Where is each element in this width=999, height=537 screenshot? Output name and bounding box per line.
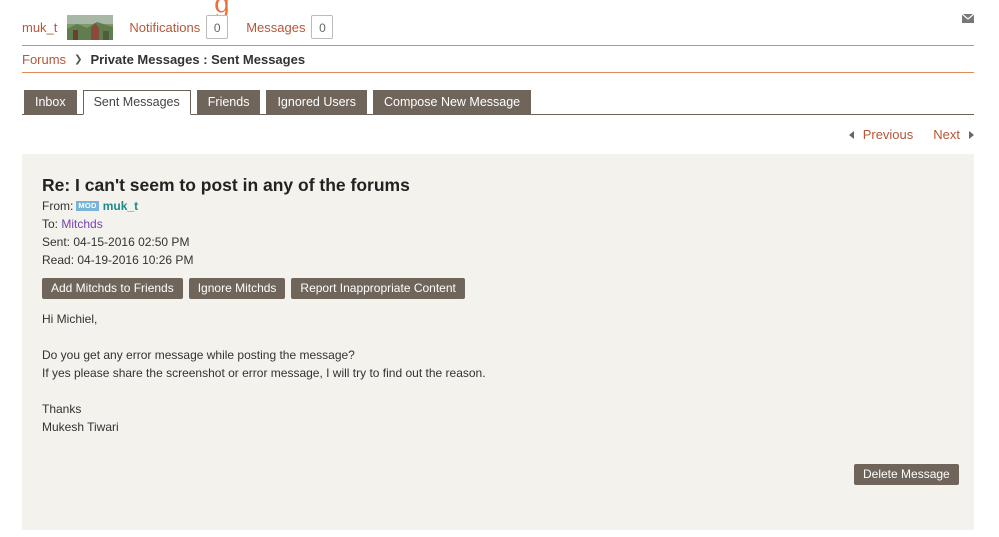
caret-right-icon <box>969 130 974 139</box>
breadcrumb: Forums ❯ Private Messages : Sent Message… <box>22 52 305 67</box>
mod-badge: MOD <box>76 201 99 211</box>
body-line: Do you get any error message while posti… <box>42 348 355 362</box>
username-link[interactable]: muk_t <box>22 20 57 35</box>
message-subject: Re: I can't seem to post in any of the f… <box>42 175 410 195</box>
from-label: From: <box>42 199 74 213</box>
body-line <box>42 328 486 346</box>
chevron-right-icon: ❯ <box>74 54 83 65</box>
avatar[interactable] <box>67 14 114 40</box>
previous-link[interactable]: Previous <box>848 127 914 142</box>
body-line: Thanks <box>42 402 82 416</box>
from-user-link[interactable]: muk_t <box>103 197 138 215</box>
to-user-link[interactable]: Mitchds <box>61 215 102 233</box>
next-label: Next <box>933 127 960 142</box>
breadcrumb-divider <box>22 72 974 73</box>
notifications-count[interactable]: 0 <box>206 15 229 39</box>
next-link[interactable]: Next <box>933 127 974 142</box>
to-label: To: <box>42 217 59 231</box>
tab-inbox[interactable]: Inbox <box>24 90 77 114</box>
tab-sent-messages[interactable]: Sent Messages <box>82 90 191 115</box>
message-panel: Re: I can't seem to post in any of the f… <box>22 154 974 530</box>
sent-date: Sent: 04-15-2016 02:50 PM <box>42 235 190 249</box>
report-content-button[interactable]: Report Inappropriate Content <box>291 278 465 299</box>
tab-ignored-users[interactable]: Ignored Users <box>266 90 367 114</box>
ignore-user-button[interactable]: Ignore Mitchds <box>188 278 286 299</box>
tab-friends[interactable]: Friends <box>196 90 261 114</box>
from-row: From: MOD muk_t <box>42 197 193 215</box>
message-meta: From: MOD muk_t To: Mitchds Sent: 04-15-… <box>42 197 193 269</box>
breadcrumb-forums-link[interactable]: Forums <box>22 52 66 67</box>
caret-left-icon <box>848 130 854 139</box>
delete-message-button[interactable]: Delete Message <box>854 464 959 485</box>
message-tabs: Inbox Sent Messages Friends Ignored User… <box>22 90 974 115</box>
user-bar: muk_t Notifications 0 Messages 0 <box>22 13 351 41</box>
body-line <box>42 382 486 400</box>
envelope-icon[interactable] <box>962 14 974 23</box>
notifications-label[interactable]: Notifications <box>129 20 200 35</box>
messages-label[interactable]: Messages <box>246 20 305 35</box>
body-line: Hi Michiel, <box>42 312 98 326</box>
breadcrumb-current: Private Messages : Sent Messages <box>90 52 306 67</box>
header-divider <box>22 45 974 46</box>
body-line: If yes please share the screenshot or er… <box>42 366 486 380</box>
to-row: To: Mitchds <box>42 215 193 233</box>
messages-count[interactable]: 0 <box>311 15 334 39</box>
body-line: Mukesh Tiwari <box>42 420 119 434</box>
tab-compose-new-message[interactable]: Compose New Message <box>372 90 532 114</box>
previous-label: Previous <box>862 127 914 142</box>
add-to-friends-button[interactable]: Add Mitchds to Friends <box>42 278 183 299</box>
message-body: Hi Michiel, Do you get any error message… <box>42 310 486 436</box>
pager: Previous Next <box>848 127 974 142</box>
read-date: Read: 04-19-2016 10:26 PM <box>42 253 194 267</box>
message-actions: Add Mitchds to Friends Ignore Mitchds Re… <box>42 278 471 299</box>
